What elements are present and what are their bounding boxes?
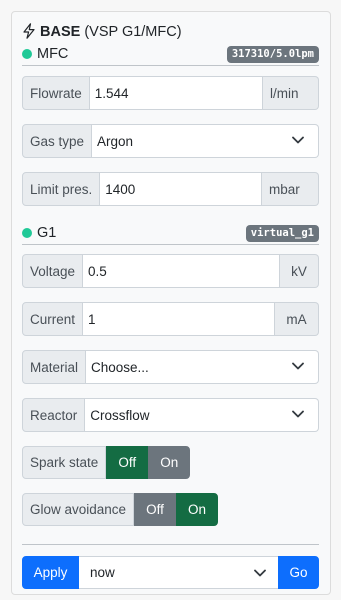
mfc-device-badge: 317310/5.0lpm xyxy=(226,46,319,63)
chevron-down-icon xyxy=(292,362,304,370)
current-input[interactable]: 1 xyxy=(83,302,275,336)
mfc-section-header: MFC 317310/5.0lpm xyxy=(22,45,319,66)
mfc-status-dot xyxy=(22,49,32,59)
footer-divider xyxy=(22,544,319,545)
g1-status-dot xyxy=(22,228,32,238)
material-value: Choose... xyxy=(91,359,149,375)
material-label: Material xyxy=(22,350,87,384)
glow-avoidance-on-button[interactable]: On xyxy=(176,493,219,526)
spark-state-label: Spark state xyxy=(22,446,107,479)
chevron-down-icon xyxy=(292,410,304,418)
glow-avoidance-label: Glow avoidance xyxy=(22,493,135,526)
g1-device-badge: virtual_g1 xyxy=(245,225,319,242)
flowrate-group: Flowrate 1.544 l/min xyxy=(22,76,319,110)
reactor-value: Crossflow xyxy=(90,407,150,423)
flowrate-unit: l/min xyxy=(263,76,319,110)
current-unit: mA xyxy=(275,302,319,336)
g1-section-header: G1 virtual_g1 xyxy=(22,224,319,245)
voltage-group: Voltage 0.5 kV xyxy=(22,254,319,288)
voltage-label: Voltage xyxy=(22,254,84,288)
voltage-unit: kV xyxy=(280,254,319,288)
panel-title-sub: (VSP G1/MFC) xyxy=(84,24,182,40)
spark-state-on-button[interactable]: On xyxy=(148,446,191,479)
material-group: Material Choose... xyxy=(22,350,319,384)
current-label: Current xyxy=(22,302,84,336)
chevron-down-icon xyxy=(254,569,266,577)
gas-type-select[interactable]: Argon xyxy=(92,124,319,158)
g1-section-label: G1 xyxy=(37,225,57,241)
panel-title-bold: BASE xyxy=(40,24,81,40)
flowrate-input[interactable]: 1.544 xyxy=(89,76,263,110)
mfc-section-label: MFC xyxy=(37,46,69,62)
reactor-label: Reactor xyxy=(22,398,86,432)
apply-when-value: now xyxy=(90,565,115,580)
gas-type-group: Gas type Argon xyxy=(22,124,319,158)
gas-type-label: Gas type xyxy=(22,124,93,158)
limit-pressure-unit: mbar xyxy=(262,172,319,206)
apply-when-select[interactable]: now xyxy=(79,556,278,589)
apply-button[interactable]: Apply xyxy=(22,556,79,589)
spark-state-group: Spark state Off On xyxy=(22,446,191,479)
reactor-select[interactable]: Crossflow xyxy=(85,398,319,432)
glow-avoidance-group: Glow avoidance Off On xyxy=(22,493,219,526)
spark-state-off-button[interactable]: Off xyxy=(106,446,149,479)
lightning-icon xyxy=(23,23,35,39)
flowrate-label: Flowrate xyxy=(22,76,90,110)
material-select[interactable]: Choose... xyxy=(86,350,319,384)
voltage-input[interactable]: 0.5 xyxy=(83,254,280,288)
apply-group: Apply now Go xyxy=(22,556,319,589)
limit-pressure-group: Limit pres. 1400 mbar xyxy=(22,172,319,206)
go-button[interactable]: Go xyxy=(278,556,319,589)
gas-type-value: Argon xyxy=(97,133,134,149)
base-panel: BASE (VSP G1/MFC) MFC 317310/5.0lpm Flow… xyxy=(11,11,331,595)
limit-pressure-label: Limit pres. xyxy=(22,172,101,206)
limit-pressure-input[interactable]: 1400 xyxy=(100,172,262,206)
current-group: Current 1 mA xyxy=(22,302,319,336)
panel-title: BASE (VSP G1/MFC) xyxy=(22,21,182,43)
glow-avoidance-off-button[interactable]: Off xyxy=(134,493,177,526)
chevron-down-icon xyxy=(292,136,304,144)
reactor-group: Reactor Crossflow xyxy=(22,398,319,432)
